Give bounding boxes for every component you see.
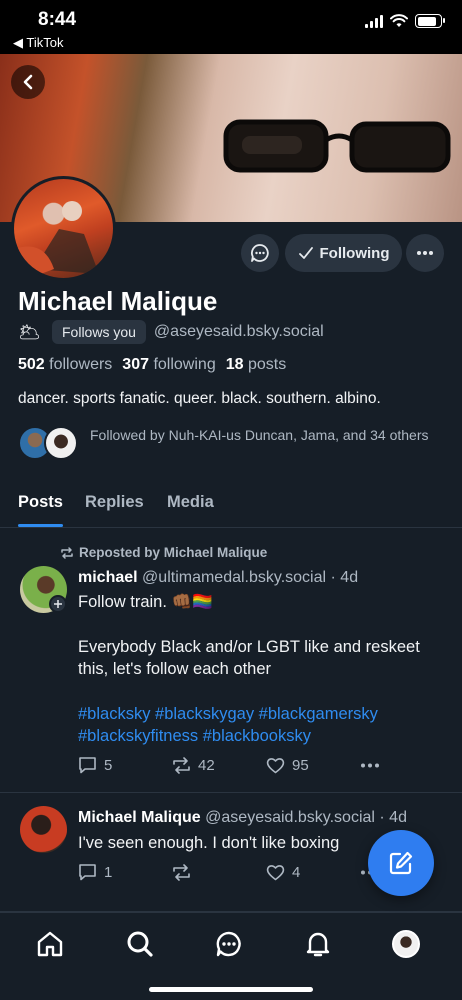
chat-bubble-icon: [216, 931, 241, 957]
battery-level: [417, 16, 437, 26]
ellipsis-icon: [361, 763, 379, 767]
cellular-signal-icon: [365, 14, 383, 28]
repost-indicator: Reposted by Michael Malique: [60, 545, 267, 560]
bottom-navigation: [0, 912, 462, 1000]
follower-avatar: [44, 426, 78, 460]
nav-home[interactable]: [35, 929, 65, 959]
heart-icon: [266, 757, 285, 773]
post-author-avatar[interactable]: [20, 806, 67, 853]
back-button[interactable]: [11, 65, 45, 99]
following-count: 307: [122, 356, 149, 373]
post-text-line: Follow train. 👊🏾🏳️‍🌈: [78, 593, 213, 611]
following-stat[interactable]: 307 following: [122, 356, 215, 374]
like-count: 95: [292, 756, 309, 774]
wifi-icon: [390, 14, 408, 27]
repost-icon: [173, 756, 190, 774]
more-options-button[interactable]: [406, 234, 444, 272]
post-hashtags-line-2[interactable]: #blackskyfitness #blackbooksky: [78, 725, 450, 748]
reply-button[interactable]: 1: [78, 863, 172, 881]
followed-by-avatars: [18, 426, 78, 460]
followed-by-text: Followed by Nuh-KAI-us Duncan, Jama, and…: [90, 427, 429, 443]
post-actions: 5 42 95: [78, 756, 454, 774]
feed-post[interactable]: Reposted by Michael Malique michael @ult…: [0, 529, 462, 793]
follow-author-plus-button[interactable]: [49, 595, 67, 613]
followers-label: followers: [49, 356, 113, 373]
profile-stats: 502 followers 307 following 18 posts: [18, 356, 286, 374]
posts-count: 18: [225, 356, 244, 373]
profile-name: Michael Malique: [18, 286, 218, 316]
tab-posts[interactable]: Posts: [18, 493, 63, 512]
post-author-name[interactable]: Michael Malique: [78, 809, 201, 826]
profile-avatar-small: [392, 930, 420, 958]
post-timestamp: · 4d: [379, 809, 407, 826]
post-author-handle: @aseyesaid.bsky.social: [205, 809, 375, 826]
post-header: michael @ultimamedal.bsky.social · 4d: [78, 569, 358, 587]
status-icons: [365, 14, 445, 28]
following-label: following: [153, 356, 216, 373]
post-header: Michael Malique @aseyesaid.bsky.social ·…: [78, 809, 407, 827]
followers-stat[interactable]: 502 followers: [18, 356, 112, 374]
like-button[interactable]: 4: [266, 864, 360, 881]
status-bar: 8:44 ◀ TikTok: [0, 0, 462, 54]
chat-bubble-icon: [251, 244, 269, 262]
reply-bubble-icon: [79, 864, 96, 881]
home-indicator: [149, 987, 313, 992]
post-author-name[interactable]: michael: [78, 569, 138, 586]
handle-row: 🌥 Follows you @aseyesaid.bsky.social: [18, 320, 324, 344]
post-hashtags-line-1[interactable]: #blacksky #blackskygay #blackgamersky: [78, 703, 450, 726]
followed-by-row[interactable]: Followed by Nuh-KAI-us Duncan, Jama, and…: [18, 426, 430, 460]
repost-label: Reposted by Michael Malique: [79, 545, 268, 560]
search-icon: [127, 931, 153, 957]
followers-count: 502: [18, 356, 45, 373]
like-count: 4: [292, 863, 301, 881]
post-timestamp: · 4d: [330, 569, 359, 586]
repost-count: 42: [198, 756, 215, 774]
post-body: Follow train. 👊🏾🏳️‍🌈 Everybody Black and…: [78, 591, 450, 748]
post-more-button[interactable]: [360, 763, 454, 768]
follows-you-badge: Follows you: [52, 320, 146, 344]
following-button-label: Following: [319, 244, 390, 262]
reply-bubble-icon: [79, 757, 96, 774]
like-button[interactable]: 95: [266, 757, 360, 774]
reply-count: 1: [104, 863, 113, 881]
message-button[interactable]: [241, 234, 279, 272]
heart-icon: [266, 864, 285, 880]
posts-stat: 18 posts: [226, 356, 287, 374]
nav-profile[interactable]: [391, 929, 421, 959]
avatar-photo: [14, 201, 99, 278]
back-to-app-link[interactable]: ◀ TikTok: [13, 35, 63, 51]
following-button[interactable]: Following: [285, 234, 402, 272]
post-author-handle: @ultimamedal.bsky.social: [142, 569, 327, 586]
profile-handle: @aseyesaid.bsky.social: [153, 323, 324, 340]
repost-icon: [173, 863, 190, 881]
profile-bio: dancer. sports fanatic. queer. black. so…: [18, 390, 381, 407]
repost-button[interactable]: [172, 863, 266, 881]
post-text-paragraph: Everybody Black and/or LGBT like and res…: [78, 637, 420, 679]
repost-button[interactable]: 42: [172, 757, 266, 774]
banner-photo-glasses: [223, 119, 451, 173]
sun-emoji: 🌥: [18, 321, 41, 342]
plus-icon: [54, 600, 62, 608]
tab-media[interactable]: Media: [167, 493, 214, 512]
reply-count: 5: [104, 756, 113, 774]
nav-notifications[interactable]: [303, 929, 333, 959]
status-time: 8:44: [38, 9, 77, 30]
bell-icon: [306, 932, 330, 957]
home-icon: [37, 931, 63, 957]
reply-button[interactable]: 5: [78, 756, 172, 774]
ellipsis-icon: [417, 251, 433, 255]
active-tab-indicator: [18, 524, 63, 527]
profile-tabs: Posts Replies Media: [0, 480, 462, 528]
profile-avatar[interactable]: [11, 176, 116, 281]
chevron-left-icon: [23, 74, 33, 90]
posts-label: posts: [247, 356, 287, 373]
repost-icon: [61, 546, 73, 559]
checkmark-icon: [298, 247, 313, 259]
nav-chat[interactable]: [214, 929, 244, 959]
tab-replies[interactable]: Replies: [85, 493, 144, 512]
battery-icon: [415, 14, 445, 28]
compose-icon: [389, 851, 413, 875]
compose-post-button[interactable]: [368, 830, 434, 896]
nav-search[interactable]: [125, 929, 155, 959]
